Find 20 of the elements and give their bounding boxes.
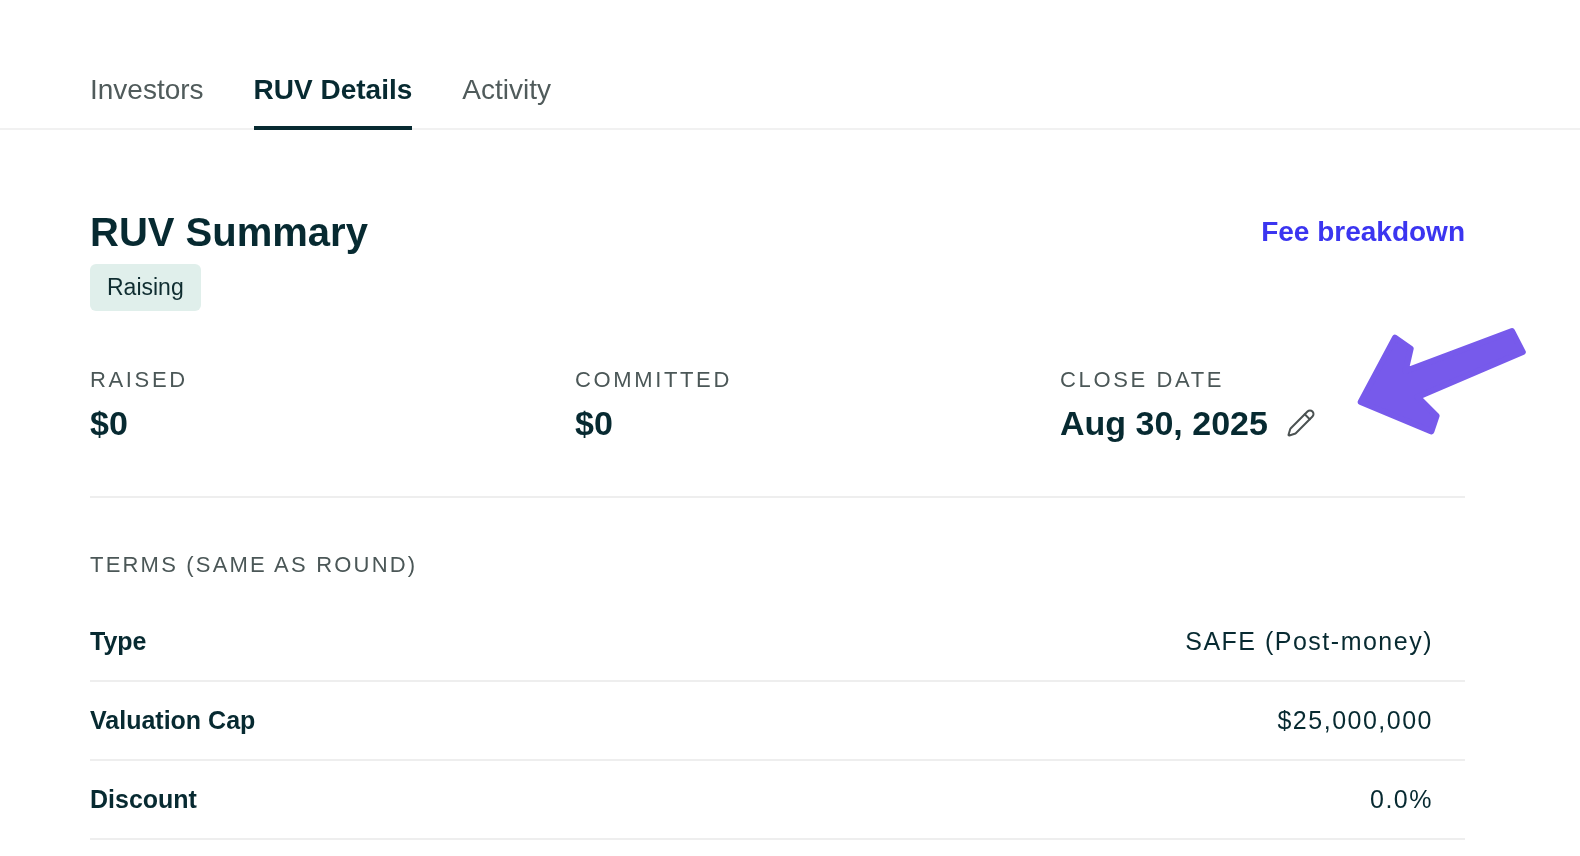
stat-value: $0	[575, 403, 613, 443]
term-value: $25,000,000	[1277, 704, 1433, 736]
stat-label: CLOSE DATE	[1060, 366, 1226, 394]
tab[interactable]: Investors	[90, 74, 204, 130]
status-badge: Raising	[90, 264, 201, 311]
stat-value: $0	[90, 403, 128, 443]
fee-breakdown-link[interactable]: Fee breakdown	[1261, 216, 1465, 248]
term-label: Type	[90, 625, 147, 657]
term-value: SAFE (Post-money)	[1185, 625, 1433, 657]
tab[interactable]: Activity	[462, 74, 551, 130]
stat-label: COMMITTED	[575, 366, 733, 394]
stat-value: Aug 30, 2025	[1060, 403, 1268, 443]
stat-label: RAISED	[90, 366, 189, 394]
term-value: 0.0%	[1370, 783, 1433, 815]
term-label: Discount	[90, 783, 197, 815]
pencil-icon[interactable]	[1285, 408, 1316, 438]
tab[interactable]: RUV Details	[253, 74, 413, 130]
term-label: Valuation Cap	[90, 704, 256, 736]
terms-heading: TERMS (SAME AS ROUND)	[90, 551, 419, 579]
section-title: RUV Summary	[90, 210, 368, 254]
